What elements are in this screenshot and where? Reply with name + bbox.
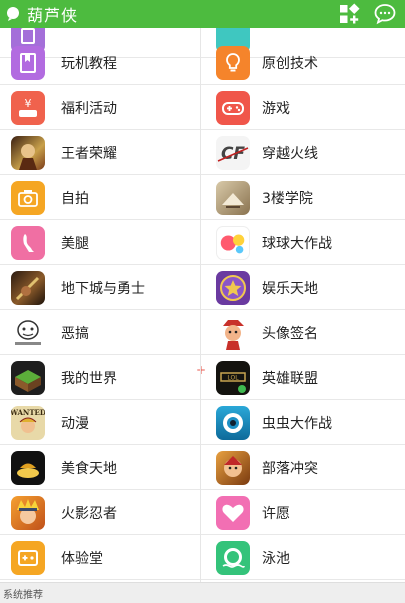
- camera-icon: [11, 180, 45, 215]
- list-row: 体验堂 泳池: [0, 535, 405, 580]
- item-label: 我的世界: [61, 370, 117, 387]
- item-label: 3楼学院: [262, 190, 313, 207]
- list-item-clash-of-clans[interactable]: 部落冲突: [201, 445, 401, 490]
- list-item-dungeon-fighter[interactable]: 地下城与勇士: [0, 265, 200, 310]
- list-item-welfare[interactable]: ¥ 福利活动: [0, 85, 200, 130]
- list-item-food[interactable]: 美食天地: [0, 445, 200, 490]
- item-label: 原创技术: [262, 55, 318, 72]
- list-row: 地下城与勇士 娱乐天地: [0, 265, 405, 310]
- plus-marker: +: [196, 363, 207, 377]
- balls-icon: [216, 225, 250, 260]
- item-label: 美腿: [61, 235, 89, 252]
- star-badge-icon: [216, 270, 250, 305]
- list-item-selfie[interactable]: 自拍: [0, 175, 200, 220]
- item-label: 许愿: [262, 505, 290, 522]
- list-item-wish[interactable]: 许愿: [201, 490, 401, 535]
- naruto-icon: [11, 495, 45, 530]
- list-item-original-tech[interactable]: 原创技术: [201, 40, 401, 85]
- svg-text:LOL: LOL: [227, 374, 239, 381]
- heart-icon: [216, 495, 250, 530]
- gourd-logo-icon: [7, 7, 19, 21]
- list-item-anime[interactable]: WANTED 动漫: [0, 400, 200, 445]
- list-item-worm-battle[interactable]: 虫虫大作战: [201, 400, 401, 445]
- list-row: 美腿 球球大作战: [0, 220, 405, 265]
- crossfire-icon: CF: [216, 135, 250, 170]
- item-label: 地下城与勇士: [61, 280, 145, 297]
- item-label: 美食天地: [61, 460, 117, 477]
- item-label: 泳池: [262, 550, 290, 567]
- eye-monster-icon: [216, 405, 250, 440]
- list-row: 自拍 3楼学院: [0, 175, 405, 220]
- list-item-honor-of-kings[interactable]: 王者荣耀: [0, 130, 200, 175]
- svg-text:¥: ¥: [25, 97, 32, 110]
- list-item-games[interactable]: 游戏: [201, 85, 401, 130]
- minecraft-icon: [11, 360, 45, 395]
- list-item-league-of-legends[interactable]: LOL 英雄联盟: [201, 355, 401, 400]
- list-item-3rd-floor-academy[interactable]: 3楼学院: [201, 175, 401, 220]
- item-label: 穿越火线: [262, 145, 318, 162]
- item-label: 部落冲突: [262, 460, 318, 477]
- welfare-yen-icon: ¥: [11, 90, 45, 125]
- item-label: 游戏: [262, 100, 290, 117]
- gamepad-icon: [216, 90, 250, 125]
- list-item-tutorial[interactable]: 玩机教程: [0, 40, 200, 85]
- list-item-entertainment[interactable]: 娱乐天地: [201, 265, 401, 310]
- item-label: 球球大作战: [262, 235, 332, 252]
- item-label: 玩机教程: [61, 55, 117, 72]
- legs-icon: [11, 225, 45, 260]
- bookmark-icon: [11, 45, 45, 80]
- wanted-poster-icon: WANTED: [11, 405, 45, 440]
- list-item-ball-battle[interactable]: 球球大作战: [201, 220, 401, 265]
- list-item-avatar-signature[interactable]: 头像签名: [201, 310, 401, 355]
- meme-face-icon: [11, 315, 45, 350]
- footer-label: 系统推荐: [3, 589, 43, 601]
- list-item-legs[interactable]: 美腿: [0, 220, 200, 265]
- list-item-spoof[interactable]: 恶搞: [0, 310, 200, 355]
- avatar-character-icon: [216, 315, 250, 350]
- item-label: 虫虫大作战: [262, 415, 332, 432]
- league-of-legends-icon: LOL: [216, 360, 250, 395]
- list-item-naruto[interactable]: 火影忍者: [0, 490, 200, 535]
- food-icon: [11, 450, 45, 485]
- app-title: 葫芦侠: [27, 6, 79, 25]
- list-item-crossfire[interactable]: CF 穿越火线: [201, 130, 401, 175]
- list-item-experience-hall[interactable]: 体验堂: [0, 535, 200, 580]
- game-controller-icon: [11, 540, 45, 575]
- list-item-pool[interactable]: 泳池: [201, 535, 401, 580]
- list-row: 我的世界 LOL 英雄联盟: [0, 355, 405, 400]
- clash-of-clans-icon: [216, 450, 250, 485]
- honor-of-kings-icon: [11, 135, 45, 170]
- category-list: 玩机教程 原创技术 ¥ 福利活动 游戏 王者荣耀 穿越火线 自拍 3楼学院 美腿…: [0, 28, 405, 582]
- list-row: 王者荣耀 CF 穿越火线: [0, 130, 405, 175]
- lifebuoy-icon: [216, 540, 250, 575]
- list-item-minecraft[interactable]: 我的世界: [0, 355, 200, 400]
- list-row: 火影忍者 许愿: [0, 490, 405, 535]
- item-label: 体验堂: [61, 550, 103, 567]
- lightbulb-icon: [216, 45, 250, 80]
- item-label: 福利活动: [61, 100, 117, 117]
- svg-text:WANTED: WANTED: [11, 408, 45, 417]
- list-row: 玩机教程 原创技术: [0, 40, 405, 85]
- item-label: 恶搞: [61, 325, 89, 342]
- list-row: 美食天地 部落冲突: [0, 445, 405, 490]
- books-icon: [216, 180, 250, 215]
- top-bar: 葫芦侠: [0, 0, 405, 28]
- item-label: 动漫: [61, 415, 89, 432]
- item-label: 娱乐天地: [262, 280, 318, 297]
- list-row: WANTED 动漫 虫虫大作战: [0, 400, 405, 445]
- dungeon-fighter-icon: [11, 270, 45, 305]
- grid-add-icon[interactable]: [337, 2, 361, 26]
- chat-bubble-icon[interactable]: [373, 2, 397, 26]
- item-label: 王者荣耀: [61, 145, 117, 162]
- item-label: 英雄联盟: [262, 370, 318, 387]
- list-row: ¥ 福利活动 游戏: [0, 85, 405, 130]
- footer-bar: 系统推荐: [0, 582, 405, 603]
- item-label: 自拍: [61, 190, 89, 207]
- item-label: 火影忍者: [61, 505, 117, 522]
- list-row: 恶搞 头像签名: [0, 310, 405, 355]
- item-label: 头像签名: [262, 325, 318, 342]
